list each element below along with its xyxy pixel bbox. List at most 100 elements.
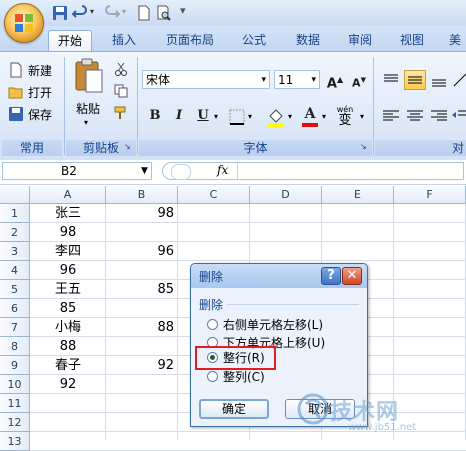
orientation-icon[interactable]	[450, 70, 466, 90]
open-button[interactable]: 打开	[28, 84, 52, 101]
fill-color-dropdown-icon[interactable]: ▾	[288, 112, 292, 121]
new-document-icon[interactable]	[136, 5, 152, 21]
radio-shift-left[interactable]	[207, 319, 218, 330]
font-name-box[interactable]: 宋体 ▾	[142, 70, 270, 89]
cell-B7[interactable]: 88	[106, 318, 178, 337]
row-header[interactable]: 12	[0, 413, 30, 432]
font-launcher-icon[interactable]: ↘	[360, 142, 370, 152]
help-icon[interactable]: ?	[321, 267, 341, 285]
tab-view[interactable]: 视图	[392, 30, 432, 50]
cut-icon[interactable]	[114, 62, 128, 76]
tab-review[interactable]: 审阅	[340, 30, 380, 50]
fill-color-icon[interactable]	[266, 107, 286, 127]
office-button[interactable]	[4, 3, 44, 43]
column-header[interactable]: F	[394, 186, 466, 204]
cell-A2[interactable]: 98	[30, 223, 106, 242]
row-header[interactable]: 2	[0, 223, 30, 242]
row-header[interactable]: 6	[0, 299, 30, 318]
ok-button[interactable]: 确定	[199, 399, 269, 419]
copy-icon[interactable]	[114, 84, 128, 98]
row-header[interactable]: 7	[0, 318, 30, 337]
borders-icon[interactable]	[228, 108, 246, 126]
cell-A10[interactable]: 92	[30, 375, 106, 394]
phonetic-dropdown-icon[interactable]: ▾	[360, 112, 364, 121]
paste-icon[interactable]	[74, 58, 104, 94]
cell-A8[interactable]: 88	[30, 337, 106, 356]
undo-icon[interactable]	[72, 5, 88, 21]
tab-data[interactable]: 数据	[288, 30, 328, 50]
tab-formulas[interactable]: 公式	[234, 30, 274, 50]
align-left-icon[interactable]	[380, 106, 402, 126]
clipboard-launcher-icon[interactable]: ↘	[124, 142, 134, 152]
column-header[interactable]: D	[250, 186, 322, 204]
cell-A9[interactable]: 春子	[30, 356, 106, 375]
close-icon[interactable]: ✕	[342, 267, 362, 285]
customize-toolbar-icon[interactable]: ▾	[180, 4, 186, 17]
print-preview-icon[interactable]	[156, 5, 172, 21]
formula-bar-handle[interactable]	[171, 164, 191, 180]
save-icon[interactable]	[52, 5, 68, 21]
dialog-title-bar[interactable]: 删除 ? ✕	[191, 264, 367, 288]
phonetic-guide-button[interactable]: wén 变	[332, 105, 358, 129]
bold-button[interactable]: B	[144, 106, 166, 126]
redo-icon[interactable]	[104, 5, 120, 21]
cell-A6[interactable]: 85	[30, 299, 106, 318]
increase-font-icon[interactable]: A▲	[324, 70, 346, 91]
column-header[interactable]: A	[30, 186, 106, 204]
align-right-icon[interactable]	[428, 106, 450, 126]
align-center-icon[interactable]	[404, 106, 426, 126]
cell-B9[interactable]: 92	[106, 356, 178, 375]
format-painter-icon[interactable]	[114, 106, 128, 120]
name-box[interactable]: B2 ▼	[2, 162, 152, 180]
radio-entire-row[interactable]	[207, 352, 218, 363]
cell-B5[interactable]: 85	[106, 280, 178, 299]
undo-dropdown-icon[interactable]: ▾	[90, 7, 94, 16]
row-header[interactable]: 1	[0, 204, 30, 223]
row-header[interactable]: 3	[0, 242, 30, 261]
row-header[interactable]: 10	[0, 375, 30, 394]
insert-function-icon[interactable]: fx	[217, 163, 228, 177]
paste-button-label[interactable]: 粘贴	[76, 100, 100, 117]
cell-B1[interactable]: 98	[106, 204, 178, 223]
row-header[interactable]: 13	[0, 432, 30, 451]
decrease-indent-icon[interactable]	[450, 106, 466, 126]
row-header[interactable]: 8	[0, 337, 30, 356]
italic-button[interactable]: I	[168, 106, 190, 126]
decrease-font-icon[interactable]: A▼	[348, 70, 370, 90]
tab-page-layout[interactable]: 页面布局	[160, 30, 220, 50]
align-bottom-icon[interactable]	[428, 70, 450, 90]
underline-button[interactable]: U	[192, 106, 214, 126]
align-top-icon[interactable]	[380, 70, 402, 90]
row-header[interactable]: 4	[0, 261, 30, 280]
row-header[interactable]: 11	[0, 394, 30, 413]
column-header[interactable]: B	[106, 186, 178, 204]
font-color-dropdown-icon[interactable]: ▾	[322, 112, 326, 121]
row-header[interactable]: 5	[0, 280, 30, 299]
cell-A3[interactable]: 李四	[30, 242, 106, 261]
row-header[interactable]: 9	[0, 356, 30, 375]
new-button[interactable]: 新建	[28, 62, 52, 79]
font-name-dropdown-icon[interactable]: ▾	[261, 71, 266, 90]
cell-A7[interactable]: 小梅	[30, 318, 106, 337]
cell-A4[interactable]: 96	[30, 261, 106, 280]
paste-dropdown-icon[interactable]: ▾	[84, 118, 88, 127]
column-header[interactable]: E	[322, 186, 394, 204]
tab-insert[interactable]: 插入	[104, 30, 144, 50]
tab-more[interactable]: 美	[444, 30, 466, 50]
redo-dropdown-icon[interactable]: ▾	[122, 7, 126, 16]
tab-home[interactable]: 开始	[48, 30, 92, 51]
select-all-corner[interactable]	[0, 186, 30, 204]
align-middle-button[interactable]	[404, 70, 426, 90]
font-size-box[interactable]: 11 ▾	[274, 70, 320, 89]
cell-A1[interactable]: 张三	[30, 204, 106, 223]
save-button[interactable]: 保存	[28, 106, 52, 123]
underline-dropdown-icon[interactable]: ▾	[214, 112, 218, 121]
borders-dropdown-icon[interactable]: ▾	[248, 112, 252, 121]
name-box-dropdown-icon[interactable]: ▼	[141, 163, 148, 179]
font-color-icon[interactable]: A	[300, 106, 320, 128]
font-size-dropdown-icon[interactable]: ▾	[311, 71, 316, 90]
radio-entire-column[interactable]	[207, 371, 218, 382]
column-header[interactable]: C	[178, 186, 250, 204]
cell-A5[interactable]: 王五	[30, 280, 106, 299]
formula-input[interactable]: fx	[162, 162, 464, 180]
